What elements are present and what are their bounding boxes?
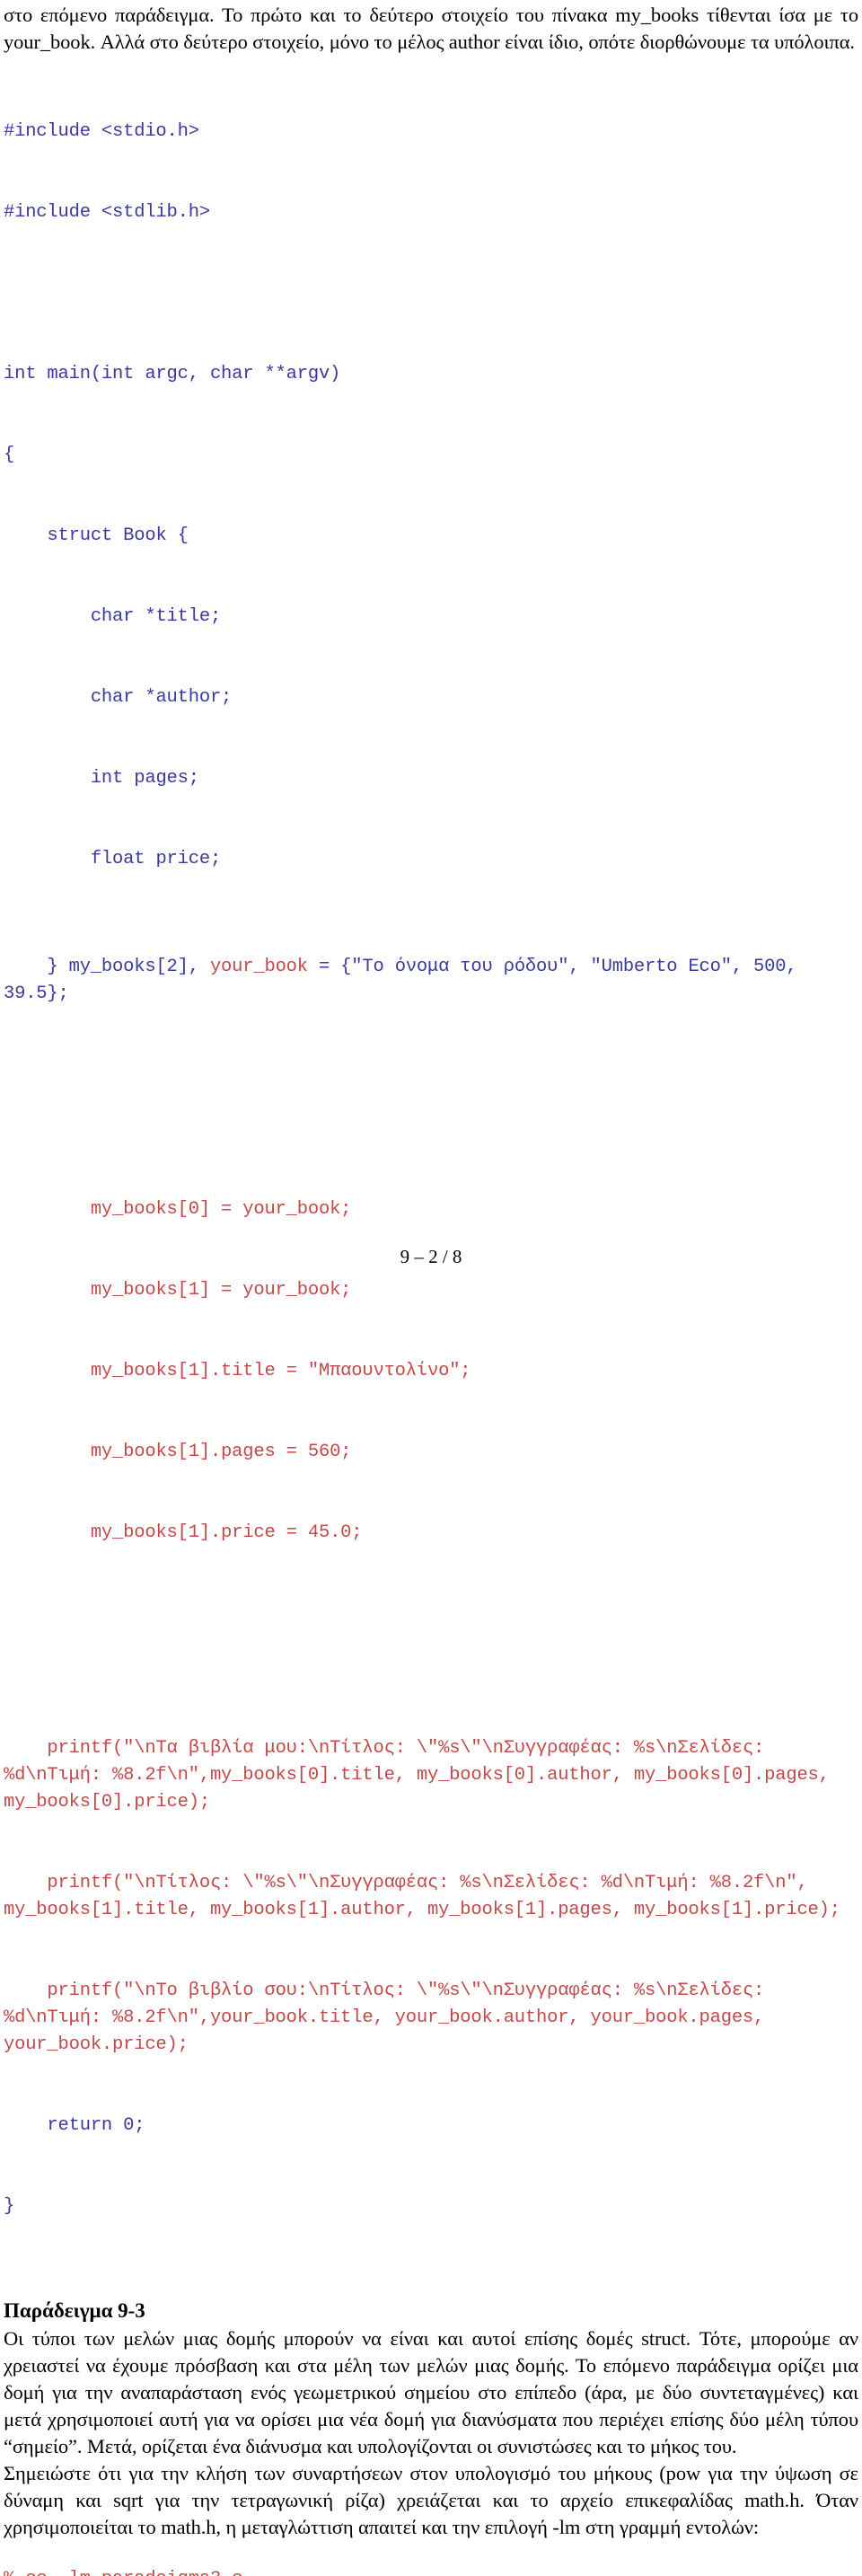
body-paragraph-2: Σημειώστε ότι για την κλήση των συναρτήσ… — [4, 2462, 858, 2538]
code-line: my_books[1].price = 45.0; — [4, 1522, 363, 1543]
code-declaration-prefix: } my_books[2], — [4, 957, 210, 977]
code-line: float price; — [4, 849, 222, 869]
body-paragraph-1: Οι τύποι των μελών μιας δομής μπορούν να… — [4, 2327, 858, 2457]
code-line: int pages; — [4, 768, 199, 789]
code-line-closing-brace: } — [4, 2196, 15, 2217]
code-line: struct Book { — [4, 525, 189, 546]
code-line: { — [4, 445, 15, 465]
code-line-return: return 0; — [4, 2115, 145, 2136]
code-line: #include <stdlib.h> — [4, 202, 210, 223]
page-footer: 9 – 2 / 8 — [400, 1246, 462, 1267]
code-line: char *title; — [4, 606, 222, 627]
code-line: int main(int argc, char **argv) — [4, 364, 341, 384]
shell-command-line: % cc -lm paradeigma3.c — [4, 2566, 858, 2576]
code-line: my_books[1].pages = 560; — [4, 1442, 352, 1462]
code-line: my_books[1].title = "Μπαουντολίνο"; — [4, 1361, 471, 1381]
code-line-printf: printf("\nΤίτλος: \"%s\"\nΣυγγραφέας: %s… — [4, 1873, 840, 1920]
intro-paragraph: στο επόμενο παράδειγμα. Το πρώτο και το … — [4, 4, 858, 53]
code-line-printf: printf("\nΤα βιβλία μου:\nΤίτλος: \"%s\"… — [4, 1738, 840, 1813]
example-heading: Παράδειγμα 9-3 — [4, 2299, 145, 2322]
code-identifier-your-book: your_book — [209, 957, 308, 977]
code-line-printf: printf("\nΤο βιβλίο σου:\nΤίτλος: \"%s\"… — [4, 1981, 776, 2055]
code-block: #include <stdio.h> #include <stdlib.h> i… — [4, 65, 858, 2274]
code-line: char *author; — [4, 687, 233, 708]
code-line: #include <stdio.h> — [4, 121, 199, 142]
code-line: my_books[0] = your_book; — [4, 1199, 352, 1220]
code-line: my_books[1] = your_book; — [4, 1280, 352, 1301]
code-line-declaration: } my_books[2], your_book = {"Το όνομα το… — [4, 954, 858, 1008]
document-page: στο επόμενο παράδειγμα. Το πρώτο και το … — [0, 0, 862, 2576]
